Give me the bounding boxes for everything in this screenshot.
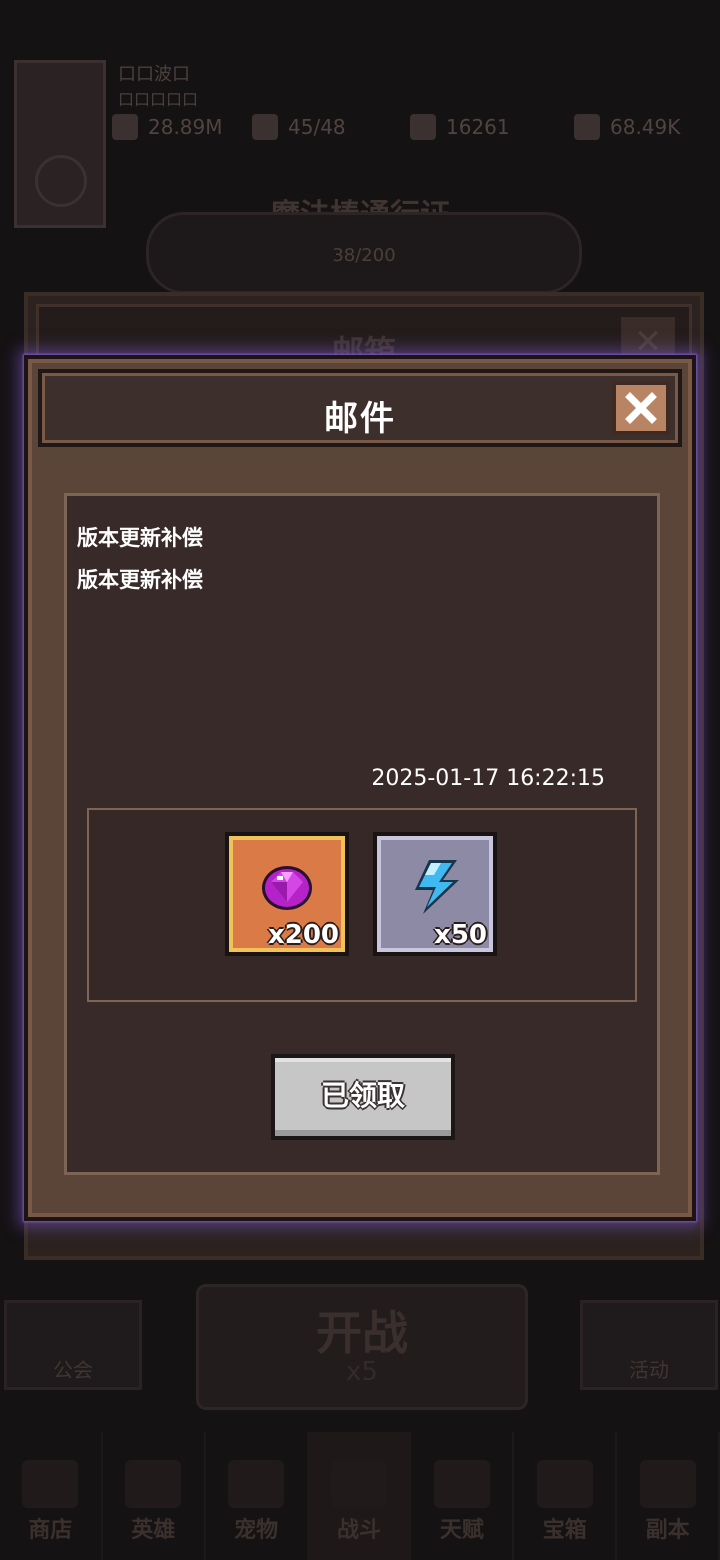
player-name: 口口波口 xyxy=(118,64,190,85)
player-subtitle: 口口口口口 xyxy=(118,90,199,109)
nav-item-talent[interactable]: 天赋 xyxy=(411,1432,515,1560)
mail-content-panel: 版本更新补偿 版本更新补偿 2025-01-17 16:22:15 x200 x… xyxy=(64,493,660,1175)
nav-item-heroes[interactable]: 英雄 xyxy=(103,1432,206,1560)
resource-gems: 16261 xyxy=(410,114,510,140)
nav-item-shop[interactable]: 商店 xyxy=(0,1432,103,1560)
mail-date: 2025-01-17 16:22:15 xyxy=(371,766,605,791)
nav-item-battle[interactable]: 战斗 xyxy=(308,1432,412,1560)
reward-item[interactable]: x200 xyxy=(225,832,349,956)
nav-item-chest[interactable]: 宝箱 xyxy=(514,1432,618,1560)
mail-subject: 版本更新补偿 xyxy=(77,526,203,550)
stamina-icon xyxy=(252,114,278,140)
claimed-button-label: 已领取 xyxy=(320,1079,405,1112)
pass-progress-text: 38/200 xyxy=(332,245,396,266)
game-screen: 口口波口 口口口口口 28.89M 45/48 16261 68.49K 魔法棒… xyxy=(0,0,720,1560)
dialog-title: 邮件 xyxy=(324,399,396,439)
mail-detail-dialog: 邮件 版本更新补偿 版本更新补偿 2025-01-17 16:22:15 x20… xyxy=(24,355,696,1221)
nav-item-pets[interactable]: 宠物 xyxy=(206,1432,309,1560)
coin-icon xyxy=(574,114,600,140)
rewards-box: x200 x50 xyxy=(87,808,637,1002)
bottom-nav: 商店 英雄 宠物 战斗 天赋 宝箱 副本 xyxy=(0,1432,720,1560)
lightning-energy-icon xyxy=(415,860,459,914)
nav-item-dungeon[interactable]: 副本 xyxy=(617,1432,720,1560)
resource-value: 16261 xyxy=(446,115,510,139)
close-button[interactable] xyxy=(612,381,670,435)
mail-body: 版本更新补偿 xyxy=(77,568,203,592)
reward-quantity: x200 xyxy=(267,920,339,950)
event-button[interactable]: 活动 xyxy=(580,1300,718,1390)
power-icon xyxy=(112,114,138,140)
resource-coins: 68.49K xyxy=(574,114,680,140)
resource-value: 68.49K xyxy=(610,115,681,139)
resource-value: 45/48 xyxy=(288,115,346,139)
battle-button[interactable]: 开战 x5 xyxy=(196,1284,528,1410)
resource-power: 28.89M xyxy=(112,114,223,140)
claimed-button[interactable]: 已领取 xyxy=(271,1054,455,1140)
reward-quantity: x50 xyxy=(434,920,487,950)
battle-cost: x5 xyxy=(346,1357,378,1387)
battle-title: 开战 xyxy=(316,1306,408,1360)
dialog-header: 邮件 xyxy=(38,369,682,447)
pass-progress-bar[interactable]: 38/200 xyxy=(146,212,582,294)
resource-stamina: 45/48 xyxy=(252,114,346,140)
reward-item[interactable]: x50 xyxy=(373,832,497,956)
guild-button[interactable]: 公会 xyxy=(4,1300,142,1390)
gem-icon xyxy=(410,114,436,140)
purple-gem-icon xyxy=(262,866,312,910)
resource-value: 28.89M xyxy=(148,115,223,139)
close-icon xyxy=(625,392,657,424)
